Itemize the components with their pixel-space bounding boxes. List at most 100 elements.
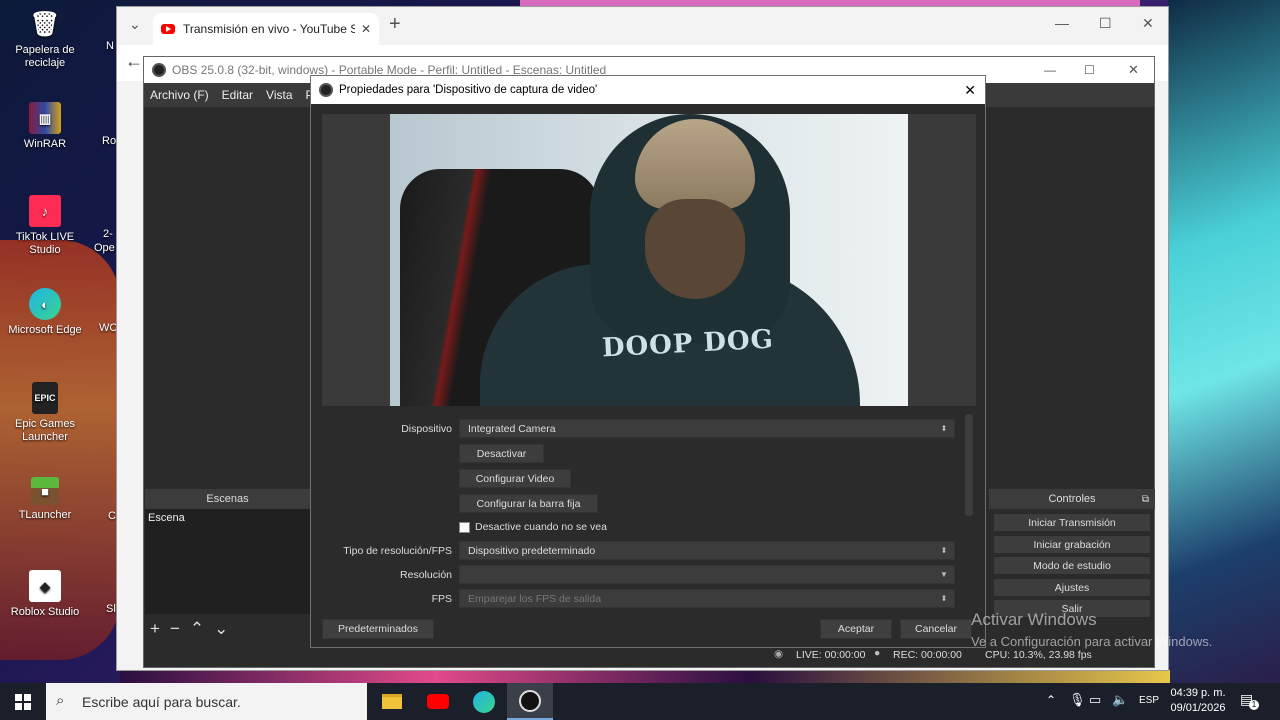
browser-tab-youtube[interactable]: Transmisión en vivo - YouTube Stu ✕: [153, 13, 379, 45]
properties-scrollbar[interactable]: [965, 414, 973, 516]
resolution-select[interactable]: ▼: [459, 565, 955, 584]
move-up-button[interactable]: ⌃: [190, 619, 204, 639]
tlauncher-icon: ■: [31, 477, 59, 505]
resolution-type-select[interactable]: Dispositivo predeterminado ⬍: [459, 541, 955, 560]
rec-timer: REC: 00:00:00: [893, 649, 962, 661]
browser-close-button[interactable]: ✕: [1142, 15, 1154, 32]
cutoff-label: Ope: [94, 242, 115, 254]
checkbox-box[interactable]: [459, 521, 470, 533]
resolution-type-label: Tipo de resolución/FPS: [343, 545, 452, 557]
desktop-icon-roblox-studio[interactable]: ◆ Roblox Studio: [3, 570, 87, 619]
start-recording-button[interactable]: Iniciar grabación: [993, 535, 1151, 554]
browser-minimize-button[interactable]: —: [1055, 15, 1069, 31]
menu-vista[interactable]: Vista: [266, 88, 292, 102]
chevron-down-icon: ▼: [940, 570, 948, 579]
live-icon: ◉: [774, 648, 784, 660]
obs-logo-icon: [319, 83, 333, 97]
tab-list-dropdown-icon[interactable]: ⌄: [129, 16, 141, 33]
taskbar-youtube[interactable]: [415, 683, 461, 720]
dialog-titlebar: Propiedades para 'Dispositivo de captura…: [311, 76, 985, 104]
device-select-value: Integrated Camera: [468, 422, 556, 435]
settings-button[interactable]: Ajustes: [993, 578, 1151, 597]
language-indicator[interactable]: ESP: [1139, 695, 1159, 706]
add-scene-button[interactable]: +: [150, 619, 160, 639]
tiktok-icon: ♪: [29, 195, 61, 227]
desktop-icon-label: Roblox Studio: [10, 606, 80, 618]
wallpaper-figure: [1168, 0, 1280, 683]
notifications-button[interactable]: ▤ 1: [1240, 691, 1259, 710]
microphone-icon[interactable]: 🎙: [1069, 692, 1086, 708]
deactivate-when-hidden-checkbox[interactable]: Desactive cuando no se vea: [459, 521, 607, 533]
configure-video-button[interactable]: Configurar Video: [459, 469, 571, 488]
desktop-icon-edge[interactable]: ◐ Microsoft Edge: [3, 288, 87, 337]
desktop-icon-recycle-bin[interactable]: 🗑 Papelera de reciclaje: [3, 8, 87, 70]
fps-select[interactable]: Emparejar los FPS de salida ⬍: [459, 589, 955, 608]
obs-maximize-button[interactable]: ☐: [1084, 63, 1095, 77]
obs-minimize-button[interactable]: —: [1044, 63, 1056, 77]
new-tab-button[interactable]: +: [389, 13, 401, 36]
desktop-icon-epic-games[interactable]: EPIC Epic Games Launcher: [3, 382, 87, 444]
search-placeholder: Escribe aquí para buscar.: [82, 693, 241, 710]
desktop-icon-label: Papelera de reciclaje: [15, 44, 75, 69]
tab-close-icon[interactable]: ✕: [361, 22, 371, 36]
move-down-button[interactable]: ⌄: [214, 619, 228, 639]
obs-close-button[interactable]: ✕: [1128, 62, 1139, 78]
start-streaming-button[interactable]: Iniciar Transmisión: [993, 513, 1151, 532]
obs-logo-icon: [152, 63, 166, 77]
scene-item[interactable]: Escena: [145, 509, 310, 527]
taskbar-edge[interactable]: [461, 683, 507, 720]
preview-area: DOOP DOG: [322, 114, 976, 406]
volume-icon[interactable]: 🔈: [1112, 692, 1128, 708]
device-select[interactable]: Integrated Camera ⬍: [459, 419, 955, 438]
taskbar: ⌕ Escribe aquí para buscar. ⌃ 🎙 ▭ 🔈 ESP …: [0, 683, 1280, 720]
browser-tab-title: Transmisión en vivo - YouTube Stu: [183, 22, 355, 36]
dialog-close-button[interactable]: ✕: [964, 82, 976, 99]
camera-preview: DOOP DOG: [390, 114, 908, 406]
cutoff-label: Ro: [102, 135, 117, 147]
controls-dock-title: Controles: [1048, 493, 1096, 505]
controls-dock-header: Controles ⧉: [989, 489, 1155, 509]
obs-app-icon: [519, 689, 541, 712]
desktop-icon-tiktok-live[interactable]: ♪ TikTok LIVE Studio: [3, 195, 87, 257]
desktop-icon-winrar[interactable]: ▥ WinRAR: [3, 102, 87, 151]
defaults-button[interactable]: Predeterminados: [322, 619, 434, 639]
network-icon[interactable]: ▭: [1089, 692, 1101, 708]
browser-maximize-button[interactable]: ☐: [1099, 15, 1112, 32]
undock-icon[interactable]: ⧉: [1142, 494, 1149, 505]
desktop-icon-tlauncher[interactable]: ■ TLauncher: [3, 477, 87, 522]
menu-archivo[interactable]: Archivo (F): [150, 88, 209, 102]
taskbar-file-explorer[interactable]: [369, 683, 415, 720]
activate-windows-subtitle: Ve a Configuración para activar Windows.: [971, 634, 1213, 649]
browser-tabstrip: ⌄ Transmisión en vivo - YouTube Stu ✕ + …: [117, 7, 1168, 45]
desktop-icon-label: Microsoft Edge: [8, 324, 82, 336]
show-hidden-icons-icon[interactable]: ⌃: [1046, 693, 1056, 707]
properties-dialog: Propiedades para 'Dispositivo de captura…: [310, 75, 986, 648]
search-icon: ⌕: [56, 692, 65, 709]
studio-mode-button[interactable]: Modo de estudio: [993, 556, 1151, 575]
cutoff-label: WC: [99, 322, 118, 334]
menu-editar[interactable]: Editar: [222, 88, 253, 102]
recycle-bin-icon: 🗑: [29, 10, 61, 38]
desktop-icon-label: TLauncher: [18, 509, 72, 521]
taskbar-search-box[interactable]: ⌕ Escribe aquí para buscar.: [46, 683, 367, 720]
folder-icon: [382, 694, 402, 709]
cancel-button[interactable]: Cancelar: [900, 619, 972, 639]
taskbar-obs[interactable]: [507, 683, 553, 720]
deactivate-button[interactable]: Desactivar: [459, 444, 544, 463]
cutoff-label: Sl: [106, 603, 116, 615]
clock[interactable]: 04:39 p. m. 09/01/2026: [1166, 686, 1230, 716]
configure-crossbar-button[interactable]: Configurar la barra fija: [459, 494, 598, 513]
notification-count: 1: [1249, 700, 1259, 710]
winrar-icon: ▥: [29, 102, 61, 134]
accept-button[interactable]: Aceptar: [820, 619, 892, 639]
remove-scene-button[interactable]: −: [170, 619, 180, 639]
rec-icon: ●: [874, 647, 881, 659]
desktop-icon-label: TikTok LIVE Studio: [15, 231, 75, 256]
fps-value: Emparejar los FPS de salida: [468, 592, 602, 605]
resolution-label: Resolución: [400, 569, 452, 581]
checkbox-label: Desactive cuando no se vea: [475, 521, 607, 533]
back-icon[interactable]: ←: [125, 51, 143, 72]
roblox-studio-icon: ◆: [29, 570, 61, 602]
start-button[interactable]: [0, 683, 46, 720]
updown-arrow-icon: ⬍: [940, 424, 948, 433]
